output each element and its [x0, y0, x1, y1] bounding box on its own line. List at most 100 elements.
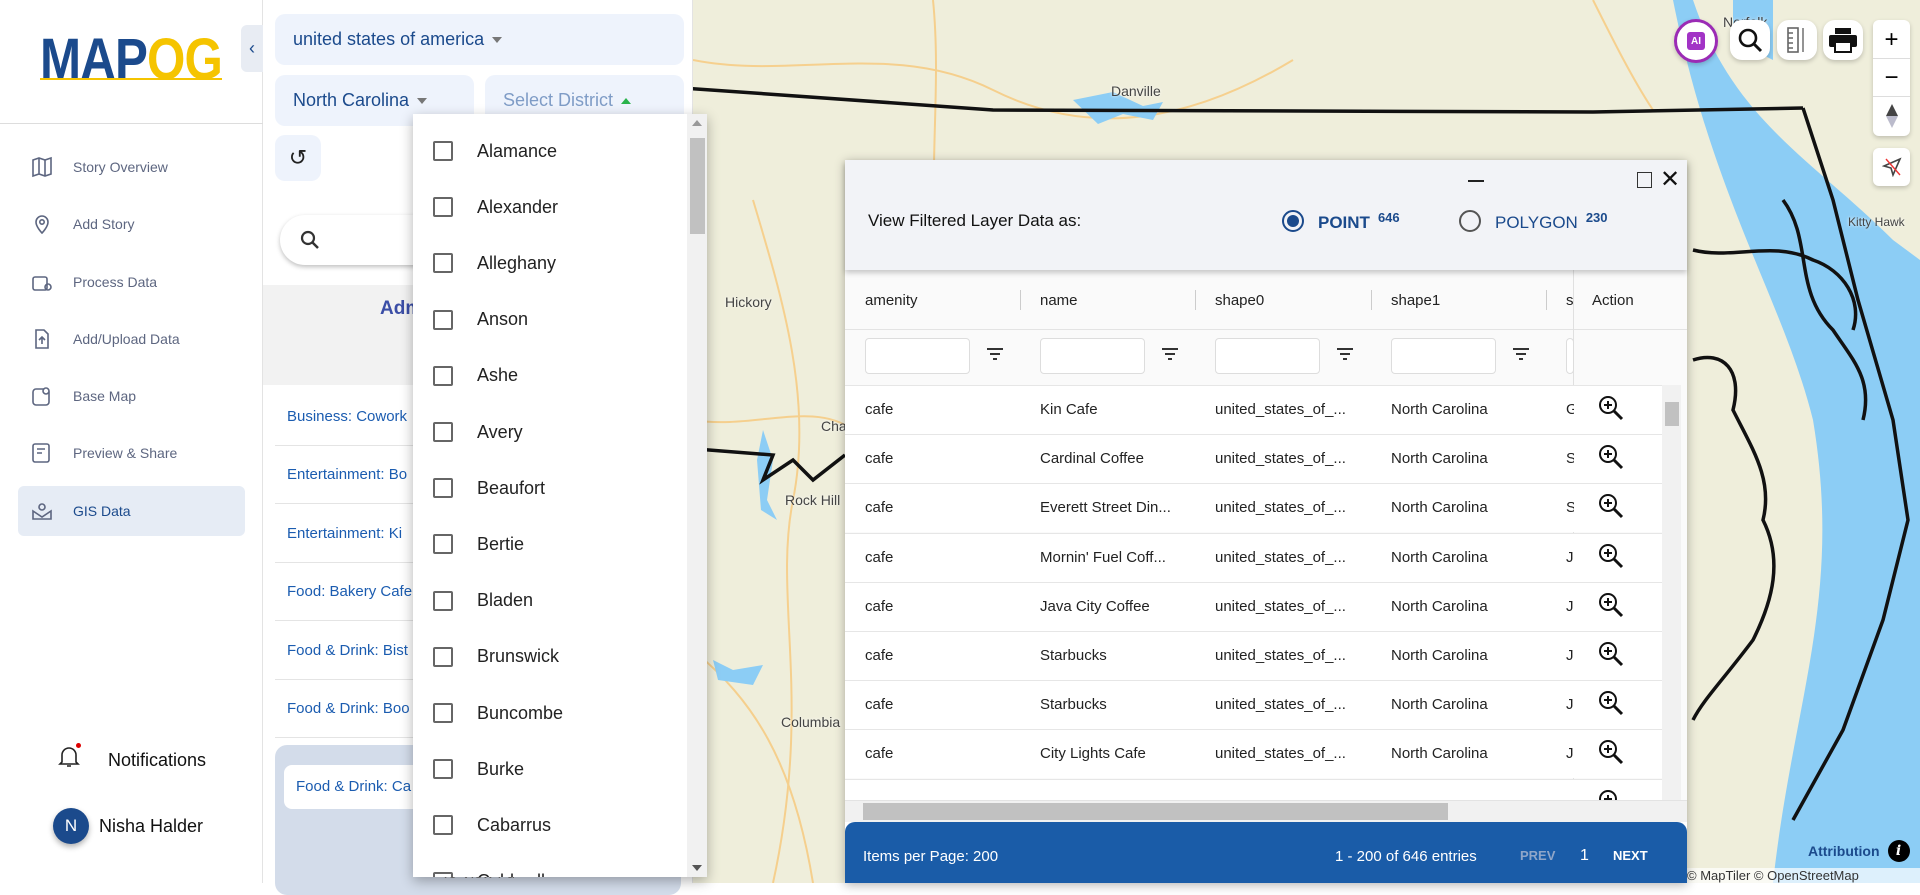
district-option[interactable]: Avery: [413, 404, 683, 460]
user-profile[interactable]: N Nisha Halder: [53, 808, 203, 844]
column-header-amenity[interactable]: amenity: [865, 270, 918, 330]
locate-button[interactable]: [1873, 148, 1910, 186]
checkbox[interactable]: [433, 871, 453, 877]
table-row[interactable]: cafe Mornin' Fuel Coff... united_states_of…: [845, 532, 1662, 582]
column-filter-input[interactable]: [1391, 338, 1496, 374]
district-option[interactable]: Cabarrus: [413, 797, 683, 853]
district-option[interactable]: Bladen: [413, 573, 683, 629]
sidebar-item-story-overview[interactable]: Story Overview: [18, 142, 245, 192]
column-filter-input[interactable]: [865, 338, 970, 374]
filter-icon[interactable]: [1337, 348, 1353, 363]
table-row[interactable]: cafe Cardinal Coffee united_states_of_... N…: [845, 434, 1662, 484]
column-header-shape1[interactable]: shape1: [1391, 270, 1440, 330]
checkbox[interactable]: [433, 815, 453, 836]
checkbox[interactable]: [433, 759, 453, 780]
zoom-to-feature-button[interactable]: [1597, 443, 1625, 476]
sidebar-item-preview-share[interactable]: Preview & Share: [18, 428, 245, 478]
district-option[interactable]: Anson: [413, 292, 683, 348]
page-number[interactable]: 1: [1580, 847, 1589, 865]
table-row[interactable]: cafe Java City Coffee united_states_of_...…: [845, 581, 1662, 631]
zoom-to-feature-button[interactable]: [1597, 542, 1625, 575]
reset-button[interactable]: ↺: [275, 135, 321, 181]
table-row[interactable]: cafe Starbucks united_states_of_... North C…: [845, 680, 1662, 730]
zoom-out-button[interactable]: −: [1873, 59, 1910, 97]
next-button[interactable]: NEXT: [1613, 848, 1648, 863]
checkbox[interactable]: [433, 534, 453, 555]
checkbox[interactable]: [433, 478, 453, 499]
sidebar-item-add-story[interactable]: Add Story: [18, 199, 245, 249]
column-header-shape0[interactable]: shape0: [1215, 270, 1264, 330]
filter-icon[interactable]: [987, 348, 1003, 363]
column-header-name[interactable]: name: [1040, 270, 1078, 330]
scroll-up-icon[interactable]: [692, 120, 702, 126]
column-separator[interactable]: [1020, 290, 1021, 310]
column-filter-input[interactable]: [1566, 338, 1574, 374]
district-option[interactable]: Beaufort: [413, 460, 683, 516]
compass-button[interactable]: [1873, 97, 1910, 135]
table-row[interactable]: cafe Starbucks united_states_of_... North C…: [845, 631, 1662, 680]
checkbox[interactable]: [433, 422, 453, 442]
zoom-to-feature-button[interactable]: [1597, 394, 1625, 427]
zoom-to-feature-button[interactable]: [1597, 738, 1625, 771]
print-button[interactable]: [1823, 20, 1863, 60]
district-option[interactable]: Ashe: [413, 348, 683, 404]
district-dropdown-list[interactable]: Alamance Alexander Alleghany Anson Ashe Avery…: [413, 114, 707, 877]
sidebar-item-add-upload-data[interactable]: Add/Upload Data: [18, 314, 245, 364]
scroll-down-icon[interactable]: [692, 865, 702, 871]
district-option[interactable]: Bertie: [413, 516, 683, 572]
country-select[interactable]: united states of america: [275, 14, 684, 65]
table-row[interactable]: cafe City Lights Cafe united_states_of_...…: [845, 729, 1662, 779]
point-radio[interactable]: POINT 646: [1282, 210, 1400, 233]
sidebar-item-gis-data[interactable]: GIS Data: [18, 486, 245, 536]
maximize-button[interactable]: [1637, 172, 1652, 188]
horizontal-scrollbar-thumb[interactable]: [863, 803, 1448, 820]
column-filter-input[interactable]: [1215, 338, 1320, 374]
prev-button[interactable]: PREV: [1520, 848, 1555, 863]
district-option[interactable]: Alleghany: [413, 235, 683, 291]
polygon-radio[interactable]: POLYGON 230: [1459, 210, 1608, 233]
checkbox[interactable]: [433, 646, 453, 667]
close-button[interactable]: ✕: [1660, 165, 1680, 194]
vertical-scrollbar[interactable]: [1662, 385, 1681, 800]
collapse-sidebar-button[interactable]: ‹: [241, 25, 263, 72]
map-search-button[interactable]: [1730, 20, 1770, 60]
checkbox[interactable]: [433, 141, 453, 161]
table-row[interactable]: cafe Kin Cafe united_states_of_... North Ca…: [845, 385, 1662, 434]
district-option[interactable]: Caldwell: [413, 854, 683, 877]
dropdown-scrollbar[interactable]: [687, 114, 707, 877]
vertical-scrollbar-thumb[interactable]: [1665, 402, 1679, 426]
checkbox[interactable]: [433, 253, 453, 274]
ai-assistant-button[interactable]: AI: [1674, 19, 1718, 63]
attribution-button[interactable]: Attribution i: [1808, 840, 1910, 862]
checkbox[interactable]: [433, 590, 453, 611]
notifications-button[interactable]: Notifications: [58, 743, 206, 775]
column-separator[interactable]: [1546, 290, 1547, 310]
zoom-to-feature-button[interactable]: [1597, 689, 1625, 722]
filter-icon[interactable]: [1162, 348, 1178, 363]
zoom-in-button[interactable]: +: [1873, 21, 1910, 59]
minimize-button[interactable]: [1468, 180, 1484, 182]
filter-icon[interactable]: [1513, 348, 1529, 363]
checkbox[interactable]: [433, 365, 453, 386]
checkbox[interactable]: [433, 703, 453, 723]
sidebar-item-base-map[interactable]: Base Map: [18, 371, 245, 421]
zoom-to-feature-button[interactable]: [1597, 640, 1625, 673]
column-header-action[interactable]: Action: [1592, 270, 1634, 330]
district-option[interactable]: Brunswick: [413, 629, 683, 685]
mapog-logo[interactable]: MAPOG: [40, 26, 223, 93]
items-per-page[interactable]: Items per Page: 200: [863, 848, 998, 865]
sidebar-item-process-data[interactable]: Process Data: [18, 257, 245, 307]
table-row[interactable]: cafe Everett Street Din... united_states_o…: [845, 483, 1662, 533]
district-option[interactable]: Buncombe: [413, 685, 683, 741]
column-filter-input[interactable]: [1040, 338, 1145, 374]
measure-button[interactable]: [1777, 20, 1817, 60]
zoom-to-feature-button[interactable]: [1597, 591, 1625, 624]
district-option[interactable]: Burke: [413, 741, 683, 797]
scrollbar-thumb[interactable]: [690, 138, 705, 234]
checkbox[interactable]: [433, 309, 453, 330]
district-option[interactable]: Alamance: [413, 123, 683, 179]
district-option[interactable]: Alexander: [413, 179, 683, 235]
column-separator[interactable]: [1371, 290, 1372, 310]
column-separator[interactable]: [1195, 290, 1196, 310]
zoom-to-feature-button[interactable]: [1597, 492, 1625, 525]
